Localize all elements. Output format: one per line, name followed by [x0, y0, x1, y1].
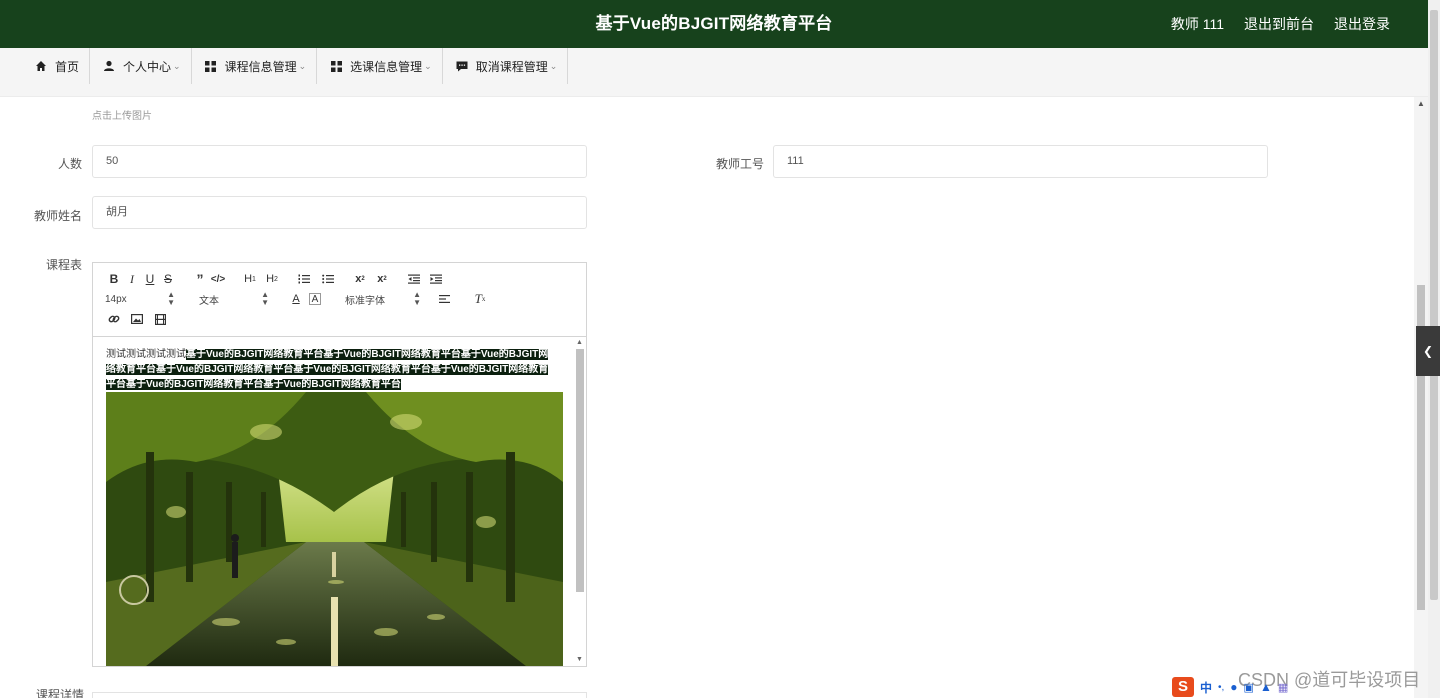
ime-apps-icon[interactable]: ▦ [1278, 681, 1288, 694]
ime-keyboard-icon[interactable]: ▣ [1244, 681, 1254, 694]
ordered-list-icon[interactable] [295, 270, 313, 288]
editor-scroll-thumb[interactable] [576, 349, 584, 592]
nav-item-home[interactable]: 首页 [22, 48, 91, 84]
user-icon [102, 59, 116, 73]
grid-icon [204, 59, 218, 73]
chat-icon [455, 59, 469, 73]
font-family-select[interactable]: 标准字体 ▲ ▼ [345, 291, 421, 307]
heading1-button[interactable]: H1 [241, 270, 259, 288]
nav-item-personal-center[interactable]: 个人中心 ⌄ [90, 48, 192, 84]
font-size-select[interactable]: 14px ▲ ▼ [105, 291, 175, 307]
select-arrows-icon: ▲ ▼ [167, 290, 175, 307]
schedule-rich-editor: B I U S ” </> H1 H2 x2 x2 14px ▲ ▼ 文本 ▲ … [92, 262, 587, 667]
video-icon[interactable] [151, 310, 169, 328]
form-content: 点击上传图片 人数 50 教师工号 111 教师姓名 胡月 课程表 B I U … [0, 97, 1414, 698]
collapse-panel-button[interactable]: ❮ [1416, 326, 1440, 376]
superscript-button[interactable]: x2 [373, 270, 391, 288]
italic-button[interactable]: I [123, 270, 141, 288]
page-scrollbar[interactable]: ▲ [1414, 97, 1428, 698]
upload-hint[interactable]: 点击上传图片 [92, 107, 152, 122]
nav-item-label: 取消课程管理 [475, 59, 548, 74]
ime-toolbar: S 中 •, ● ▣ ▲ ▦ [1172, 676, 1288, 698]
details-label: 课程详情 [36, 688, 85, 698]
ime-mic-icon[interactable]: ● [1230, 680, 1237, 694]
teacher-name-label: 教师姓名 [33, 209, 82, 223]
quote-icon[interactable]: ” [191, 270, 209, 288]
underline-button[interactable]: U [141, 270, 159, 288]
current-user[interactable]: 教师 111 [1171, 0, 1224, 48]
nav-item-label: 课程信息管理 [224, 59, 297, 74]
nav-item-course-selection[interactable]: 选课信息管理 ⌄ [317, 48, 443, 84]
logout-link[interactable]: 退出登录 [1334, 0, 1390, 48]
chevron-down-icon: ⌄ [424, 60, 432, 71]
outdent-icon[interactable] [405, 270, 423, 288]
count-input[interactable]: 50 [92, 145, 587, 178]
schedule-label: 课程表 [45, 258, 82, 272]
background-color-icon[interactable]: A [309, 293, 321, 305]
link-icon[interactable] [105, 310, 123, 328]
ime-logo-icon[interactable]: S [1172, 677, 1194, 697]
editor-toolbar: B I U S ” </> H1 H2 x2 x2 14px ▲ ▼ 文本 ▲ … [93, 263, 586, 337]
window-scroll-thumb[interactable] [1430, 10, 1438, 600]
subscript-button[interactable]: x2 [351, 270, 369, 288]
grid-icon [329, 59, 343, 73]
nav-item-label: 个人中心 [123, 59, 172, 74]
bold-button[interactable]: B [105, 270, 123, 288]
count-label: 人数 [57, 157, 82, 171]
image-icon[interactable] [128, 310, 146, 328]
nav-item-label: 选课信息管理 [350, 59, 423, 74]
top-header: 基于Vue的BJGIT网络教育平台 教师 111 退出到前台 退出登录 [0, 0, 1428, 48]
align-left-icon[interactable] [435, 290, 453, 308]
scroll-up-icon[interactable]: ▲ [1414, 99, 1428, 108]
editor-plain-text: 测试测试测试测试 [106, 349, 186, 360]
teacher-id-input[interactable]: 111 [773, 145, 1268, 178]
font-color-icon[interactable]: A [287, 290, 305, 308]
scroll-down-icon[interactable]: ▼ [575, 656, 584, 664]
details-editor-edge[interactable] [92, 692, 587, 698]
scroll-up-icon[interactable]: ▲ [575, 339, 584, 347]
main-nav: 首页 个人中心 ⌄ 课程信息管理 ⌄ 选课信息管理 ⌄ 取消课程管理 ⌄ [0, 48, 1428, 97]
editor-content-area[interactable]: 测试测试测试测试基于Vue的BJGIT网络教育平台基于Vue的BJGIT网络教育… [93, 337, 586, 666]
select-arrows-icon: ▲ ▼ [413, 290, 421, 307]
bullet-list-icon[interactable] [319, 270, 337, 288]
ime-skin-icon[interactable]: ▲ [1260, 680, 1272, 694]
select-arrows-icon: ▲ ▼ [261, 290, 269, 307]
nav-item-course-info[interactable]: 课程信息管理 ⌄ [192, 48, 318, 84]
ime-punct-icon[interactable]: •, [1218, 682, 1224, 693]
text-type-select[interactable]: 文本 ▲ ▼ [199, 291, 269, 307]
ime-language[interactable]: 中 [1200, 679, 1212, 696]
heading2-button[interactable]: H2 [263, 270, 281, 288]
chevron-down-icon: ⌄ [173, 60, 181, 71]
teacher-name-input[interactable]: 胡月 [92, 196, 587, 229]
strikethrough-button[interactable]: S [159, 270, 177, 288]
header-actions: 教师 111 退出到前台 退出登录 [1171, 0, 1390, 48]
editor-campus-photo [106, 392, 563, 666]
chevron-left-icon: ❮ [1422, 344, 1434, 358]
editor-scrollbar[interactable]: ▲ ▼ [575, 339, 584, 664]
code-icon[interactable]: </> [209, 270, 227, 288]
chevron-down-icon: ⌄ [298, 60, 307, 71]
back-to-front-link[interactable]: 退出到前台 [1244, 0, 1314, 48]
editor-text: 测试测试测试测试基于Vue的BJGIT网络教育平台基于Vue的BJGIT网络教育… [106, 347, 551, 392]
indent-icon[interactable] [427, 270, 445, 288]
home-icon [34, 59, 48, 73]
teacher-id-label: 教师工号 [715, 157, 764, 171]
chevron-down-icon: ⌄ [549, 60, 558, 71]
clear-format-icon[interactable]: Tx [471, 290, 489, 308]
nav-item-cancel-course[interactable]: 取消课程管理 ⌄ [443, 48, 569, 84]
nav-item-label: 首页 [55, 59, 80, 74]
